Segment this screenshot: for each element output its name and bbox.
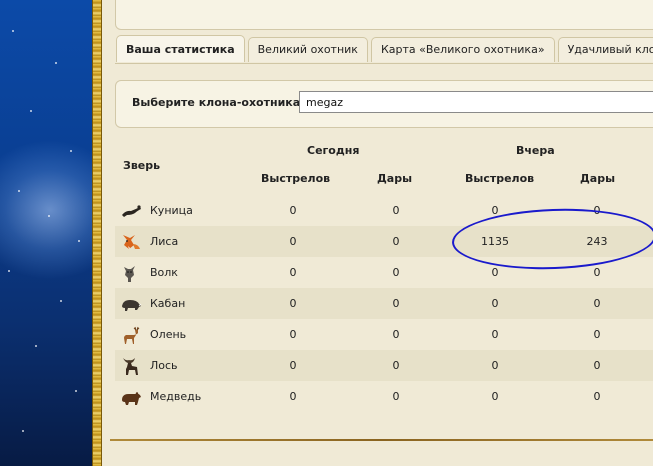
today-shots-cell: 0 xyxy=(289,266,297,279)
today-gifts-cell: 0 xyxy=(392,204,400,217)
nebula-glow xyxy=(0,140,92,280)
yesterday-shots-cell: 0 xyxy=(491,328,499,341)
boar-icon xyxy=(122,300,142,311)
star xyxy=(60,300,62,302)
today-gifts-cell: 0 xyxy=(392,390,400,403)
animal-name: Кабан xyxy=(150,297,186,310)
animal-name: Куница xyxy=(150,204,193,217)
today-gifts-cell: 0 xyxy=(392,328,400,341)
today-header: Сегодня xyxy=(307,144,360,157)
animal-name: Волк xyxy=(150,266,178,279)
star xyxy=(55,62,57,64)
today-shots-cell: 0 xyxy=(289,204,297,217)
table-row: Олень 0 0 0 0 xyxy=(115,319,653,350)
tab-bar: Ваша статистика Великий охотник Карта «В… xyxy=(116,35,653,63)
star xyxy=(78,240,80,242)
today-shots-cell: 0 xyxy=(289,328,297,341)
star xyxy=(70,150,72,152)
today-gifts-cell: 0 xyxy=(392,235,400,248)
clone-selector-panel: Выберите клона-охотника: xyxy=(115,80,653,128)
yesterday-gifts-cell: 0 xyxy=(593,328,601,341)
bottom-divider xyxy=(110,439,653,441)
yesterday-gifts-cell: 0 xyxy=(593,266,601,279)
animal-name: Лиса xyxy=(150,235,179,248)
star xyxy=(22,430,24,432)
yesterday-gifts-cell: 0 xyxy=(593,390,601,403)
deer-icon xyxy=(124,326,140,344)
today-shots-header: Выстрелов xyxy=(261,172,331,185)
today-shots-cell: 0 xyxy=(289,297,297,310)
tab-great-hunter-map[interactable]: Карта «Великого охотника» xyxy=(370,37,555,62)
star xyxy=(18,190,20,192)
yesterday-shots-cell: 0 xyxy=(491,359,499,372)
today-shots-cell: 0 xyxy=(289,390,297,403)
tab-your-stats[interactable]: Ваша статистика xyxy=(116,35,245,62)
table-row: Медведь 0 0 0 0 xyxy=(115,381,653,412)
tabs-divider xyxy=(115,63,653,64)
today-gifts-cell: 0 xyxy=(392,266,400,279)
today-gifts-cell: 0 xyxy=(392,297,400,310)
star xyxy=(12,30,14,32)
table-row: Лось 0 0 0 0 xyxy=(115,350,653,381)
today-shots-cell: 0 xyxy=(289,235,297,248)
moose-icon xyxy=(123,358,138,375)
wolf-icon xyxy=(124,266,135,282)
yesterday-header: Вчера xyxy=(516,144,555,157)
gold-frame-border xyxy=(92,0,102,466)
marten-icon xyxy=(122,205,141,217)
clone-selector-label: Выберите клона-охотника: xyxy=(132,96,305,109)
today-gifts-cell: 0 xyxy=(392,359,400,372)
star xyxy=(48,215,50,217)
yesterday-shots-cell: 0 xyxy=(491,297,499,310)
tab-great-hunter[interactable]: Великий охотник xyxy=(247,37,368,62)
yesterday-shots-cell: 0 xyxy=(491,390,499,403)
yesterday-gifts-header: Дары xyxy=(580,172,616,185)
star xyxy=(8,270,10,272)
clone-hunter-input[interactable] xyxy=(299,91,653,113)
animal-name: Лось xyxy=(150,359,178,372)
today-gifts-header: Дары xyxy=(377,172,413,185)
star xyxy=(75,390,77,392)
space-background xyxy=(0,0,92,466)
star xyxy=(35,345,37,347)
today-shots-cell: 0 xyxy=(289,359,297,372)
yesterday-shots-header: Выстрелов xyxy=(465,172,535,185)
top-panel xyxy=(115,0,653,30)
fox-icon xyxy=(123,235,140,249)
bear-icon xyxy=(122,392,141,405)
star xyxy=(30,110,32,112)
tab-lucky-clone[interactable]: Удачливый клон xyxy=(557,37,653,62)
animal-header: Зверь xyxy=(123,159,161,172)
table-row: Кабан 0 0 0 0 xyxy=(115,288,653,319)
yesterday-gifts-cell: 0 xyxy=(593,359,601,372)
yesterday-gifts-cell: 0 xyxy=(593,297,601,310)
animal-name: Олень xyxy=(150,328,187,341)
animal-name: Медведь xyxy=(150,390,202,403)
